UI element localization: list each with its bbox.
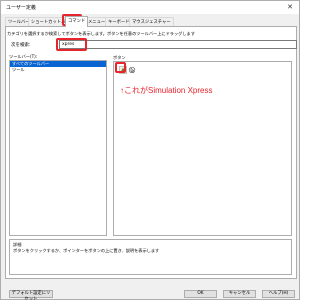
customize-dialog: ユーザー定義 ✕ ツールバー ショートカットバー コマンド メニュー キーボード… xyxy=(0,0,300,300)
annotation-text: ↑これがSimulation Xpress xyxy=(120,86,213,95)
title-bar: ユーザー定義 ✕ xyxy=(1,1,299,14)
search-label: 次を検索: xyxy=(11,43,31,48)
dialog-title: ユーザー定義 xyxy=(6,5,36,11)
search-input[interactable] xyxy=(59,40,297,49)
tab-commands[interactable]: コマンド xyxy=(65,16,89,27)
tab-strip: ツールバー ショートカットバー コマンド メニュー キーボード マウスジェスチャ… xyxy=(5,16,295,27)
details-group: 詳細 ボタンをクリックするか、ポインターをボタンの上に置き、説明を表示します xyxy=(9,239,292,275)
help-button[interactable]: ヘルプ(H) xyxy=(262,290,295,298)
toolbars-list[interactable]: すべてのツールバー ツール xyxy=(9,60,107,236)
ok-button[interactable]: OK xyxy=(184,290,217,298)
cursor-icon xyxy=(128,66,136,74)
details-text: ボタンをクリックするか、ポインターをボタンの上に置き、説明を表示します xyxy=(13,248,160,253)
tab-mouse-gestures[interactable]: マウスジェスチャー xyxy=(129,17,174,26)
cancel-button[interactable]: キャンセル xyxy=(223,290,256,298)
close-icon[interactable]: ✕ xyxy=(285,2,295,12)
reset-defaults-button[interactable]: デフォルト設定にリセット xyxy=(9,290,53,300)
simulation-xpress-icon[interactable] xyxy=(119,66,127,74)
list-item[interactable]: ツール xyxy=(10,67,106,73)
instructions-text: カテゴリを選択するか検索してボタンを表示します。ボタンを任意のツールバー上にドラ… xyxy=(7,31,195,36)
